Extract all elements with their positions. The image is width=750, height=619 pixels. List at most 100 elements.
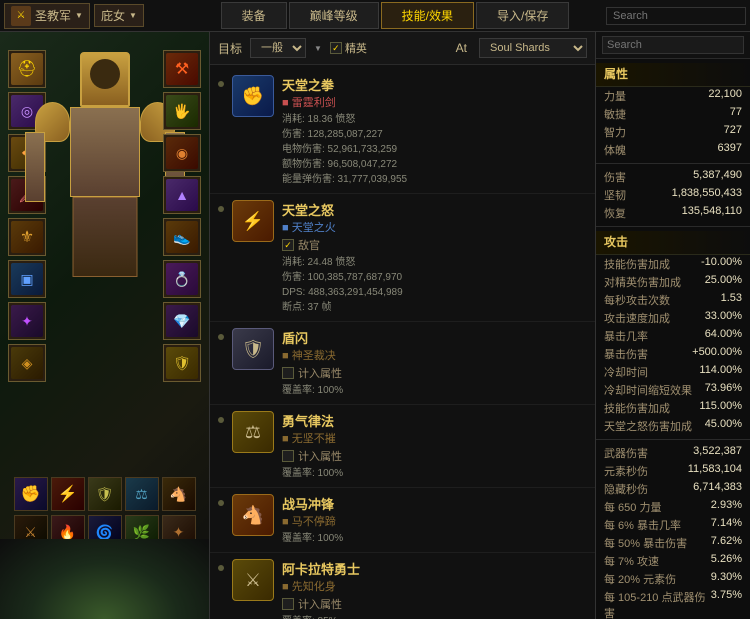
stat-row: 每 6% 暴击几率 7.14% — [596, 516, 750, 534]
class-icon-1: ⚔ — [11, 6, 31, 26]
stat-name: 天堂之怒伤害加成 — [604, 418, 692, 434]
slot-helm[interactable]: ⛑ — [8, 50, 46, 88]
elite-checkbox[interactable] — [330, 42, 342, 54]
char-body — [70, 107, 140, 197]
stat-name: 力量 — [604, 88, 626, 104]
stat-value: 114.00% — [699, 364, 742, 380]
stat-value: 77 — [730, 106, 742, 122]
stat-row: 隐藏秒伤 6,714,383 — [596, 480, 750, 498]
skill-bullet — [218, 334, 224, 340]
skill-checkbox-row[interactable]: 计入属性 — [282, 596, 587, 612]
skill-item-skill4[interactable]: ⚖ 勇气律法 ■ 无坚不摧 计入属性 覆盖率: 100% — [210, 405, 595, 488]
stat-value: 6397 — [718, 142, 742, 158]
skill-checkbox[interactable] — [282, 450, 294, 462]
slot-feet[interactable]: 👟 — [163, 218, 201, 256]
stats-search-input[interactable] — [602, 36, 744, 54]
skill-detail: 断点: 37 帧 — [282, 300, 587, 315]
skill-checkbox-row[interactable]: 计入属性 — [282, 448, 587, 464]
tab-skills[interactable]: 技能/效果 — [381, 2, 474, 29]
stat-value: 3.75% — [711, 589, 742, 619]
skill-bullet — [218, 565, 224, 571]
skill-item-skill1[interactable]: ✊ 天堂之拳 ■ 雷霆利剑 消耗: 18.36 愤怒伤害: 128,285,08… — [210, 69, 595, 194]
slot-ring2[interactable]: 💎 — [163, 302, 201, 340]
stat-value: 5.26% — [711, 553, 742, 569]
soul-shards-select[interactable]: Soul Shards — [479, 38, 587, 58]
slot-offhand[interactable]: 🛡 — [163, 344, 201, 382]
slot-skill5[interactable]: 🐴 — [162, 477, 196, 511]
slot-ring1[interactable]: 💍 — [163, 260, 201, 298]
slot-hands[interactable]: 🖐 — [163, 92, 201, 130]
skill-checkbox[interactable] — [282, 367, 294, 379]
mid-toolbar: 目标 一般 ▼ 精英 At Soul Shards — [210, 32, 595, 65]
skill-icon: ⚡ — [232, 200, 274, 242]
stat-name: 冷却时间缩短效果 — [604, 382, 692, 398]
skill-info: 战马冲锋 ■ 马不停蹄 覆盖率: 100% — [282, 494, 587, 546]
stat-section-title: 攻击 — [596, 231, 750, 255]
stat-name: 隐藏秒伤 — [604, 481, 648, 497]
skill-bullet — [218, 500, 224, 506]
elite-checkbox-row[interactable]: 精英 — [330, 40, 367, 56]
skill-bullet — [218, 206, 224, 212]
slot-waist[interactable]: ◉ — [163, 134, 201, 172]
top-bar: ⚔ 圣教军 ▼ 庇女 ▼ 装备 巅峰等级 技能/效果 导入/保存 — [0, 0, 750, 32]
slot-skill2[interactable]: ⚡ — [51, 477, 85, 511]
stat-value: 73.96% — [705, 382, 742, 398]
skill-bullet — [218, 417, 224, 423]
slot-skill4[interactable]: ⚖ — [125, 477, 159, 511]
skill-detail: DPS: 488,363,291,454,989 — [282, 285, 587, 300]
class-select-2[interactable]: 庇女 ▼ — [94, 4, 144, 27]
skill-detail: 伤害: 128,285,087,227 — [282, 127, 587, 142]
tab-peak[interactable]: 巅峰等级 — [289, 2, 379, 29]
main-layout: ⛑ ◎ ❖ 🗡 ⚜ ▣ ✦ ◈ — [0, 32, 750, 619]
chevron-down-icon: ▼ — [75, 11, 83, 20]
skill-name: 勇气律法 — [282, 411, 587, 430]
slot-chest[interactable]: ⚜ — [8, 218, 46, 256]
slot-shirt[interactable]: ▣ — [8, 260, 46, 298]
stat-name: 每 6% 暴击几率 — [604, 517, 681, 533]
skill-item-skill2[interactable]: ⚡ 天堂之怒 ■ 天堂之火 敌官 消耗: 24.48 愤怒伤害: 100,385… — [210, 194, 595, 322]
skill-checkbox[interactable] — [282, 239, 294, 251]
stat-row: 暴击伤害 +500.00% — [596, 345, 750, 363]
slot-wrist[interactable]: ◈ — [8, 344, 46, 382]
tab-import[interactable]: 导入/保存 — [476, 2, 569, 29]
stat-row: 技能伤害加成 115.00% — [596, 399, 750, 417]
skill-detail: 覆盖率: 100% — [282, 531, 587, 546]
skill-item-skill5[interactable]: 🐴 战马冲锋 ■ 马不停蹄 覆盖率: 100% — [210, 488, 595, 553]
skill-detail: 覆盖率: 100% — [282, 466, 587, 481]
skill-item-skill6[interactable]: ⚔ 阿卡拉特勇士 ■ 先知化身 计入属性 覆盖率: 85% — [210, 553, 595, 619]
slot-skill3[interactable]: 🛡 — [88, 477, 122, 511]
tab-gear[interactable]: 装备 — [221, 2, 287, 29]
stat-value: 11,583,104 — [688, 463, 742, 479]
slot-tabard[interactable]: ✦ — [8, 302, 46, 340]
target-label: 目标 — [218, 40, 242, 57]
stat-row: 敏捷 77 — [596, 105, 750, 123]
skill-checkbox[interactable] — [282, 598, 294, 610]
skill-sub: ■ 神圣裁决 — [282, 347, 587, 363]
slot-mainhand[interactable]: ⚒ — [163, 50, 201, 88]
stat-value: -10.00% — [701, 256, 742, 272]
skill-sub: ■ 天堂之火 — [282, 219, 587, 235]
skill-name: 战马冲锋 — [282, 494, 587, 513]
stat-value: 22,100 — [708, 88, 742, 104]
slot-skill1[interactable]: ✊ — [14, 477, 48, 511]
skill-icon: ⚔ — [232, 559, 274, 601]
skill-checkbox-row[interactable]: 敌官 — [282, 237, 587, 253]
ground — [0, 539, 209, 619]
skill-checkbox-label: 计入属性 — [298, 448, 342, 464]
skill-icon: ✊ — [232, 75, 274, 117]
stat-row: 每 20% 元素伤 9.30% — [596, 570, 750, 588]
slot-legs[interactable]: ▲ — [163, 176, 201, 214]
tab-navigation: 装备 巅峰等级 技能/效果 导入/保存 — [184, 2, 606, 29]
class-select-1[interactable]: ⚔ 圣教军 ▼ — [4, 3, 90, 29]
target-select[interactable]: 一般 — [250, 38, 306, 58]
skill-name: 阿卡拉特勇士 — [282, 559, 587, 578]
stat-row: 冷却时间 114.00% — [596, 363, 750, 381]
stat-value: 3,522,387 — [693, 445, 742, 461]
search-input[interactable] — [606, 7, 746, 25]
skill-info: 阿卡拉特勇士 ■ 先知化身 计入属性 覆盖率: 85% — [282, 559, 587, 619]
skill-checkbox-row[interactable]: 计入属性 — [282, 365, 587, 381]
stat-row: 冷却时间缩短效果 73.96% — [596, 381, 750, 399]
skill-sub: ■ 先知化身 — [282, 578, 587, 594]
skill-item-skill3[interactable]: 🛡 盾闪 ■ 神圣裁决 计入属性 覆盖率: 100% — [210, 322, 595, 405]
stat-row: 体魄 6397 — [596, 141, 750, 159]
